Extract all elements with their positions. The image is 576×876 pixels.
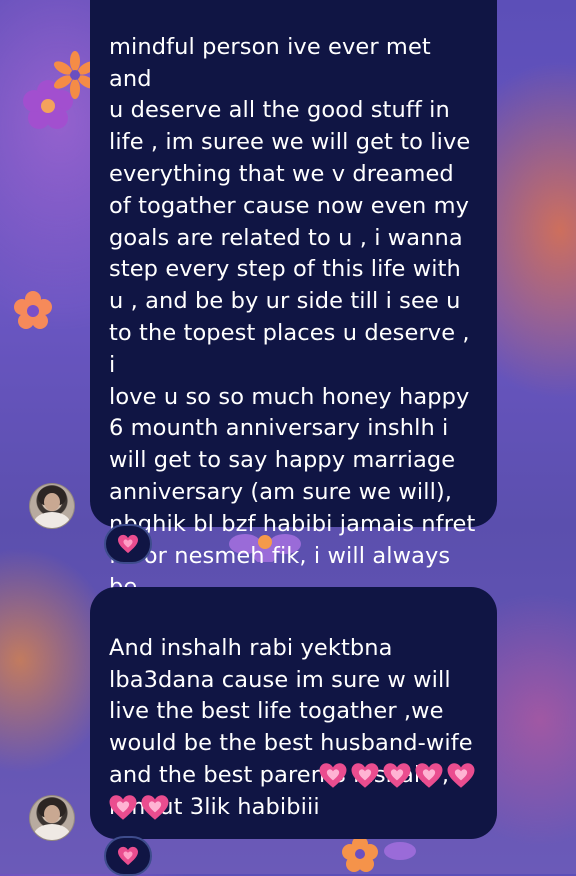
sparkling-heart-icon [109,795,137,820]
avatar[interactable] [29,795,75,841]
avatar[interactable] [29,483,75,529]
message-bubble[interactable]: mindful person ive ever met and u deserv… [90,0,497,632]
sparkling-heart-icon [319,763,347,788]
flower-decoration [10,288,56,334]
reaction-badge[interactable] [104,836,152,876]
sparkling-heart-icon [447,763,475,788]
sparkling-heart-icon [141,795,169,820]
reaction-badge[interactable] [104,524,152,564]
message-text: mindful person ive ever met and u deserv… [109,33,476,632]
sparkling-heart-icon [351,763,379,788]
flower-decoration [336,834,384,874]
sparkling-heart-icon [383,763,411,788]
sparkling-heart-icon [415,763,443,788]
emoji-row [108,794,172,825]
emoji-row [318,762,478,793]
sparkling-heart-icon [118,534,138,554]
sparkling-heart-icon [118,846,138,866]
